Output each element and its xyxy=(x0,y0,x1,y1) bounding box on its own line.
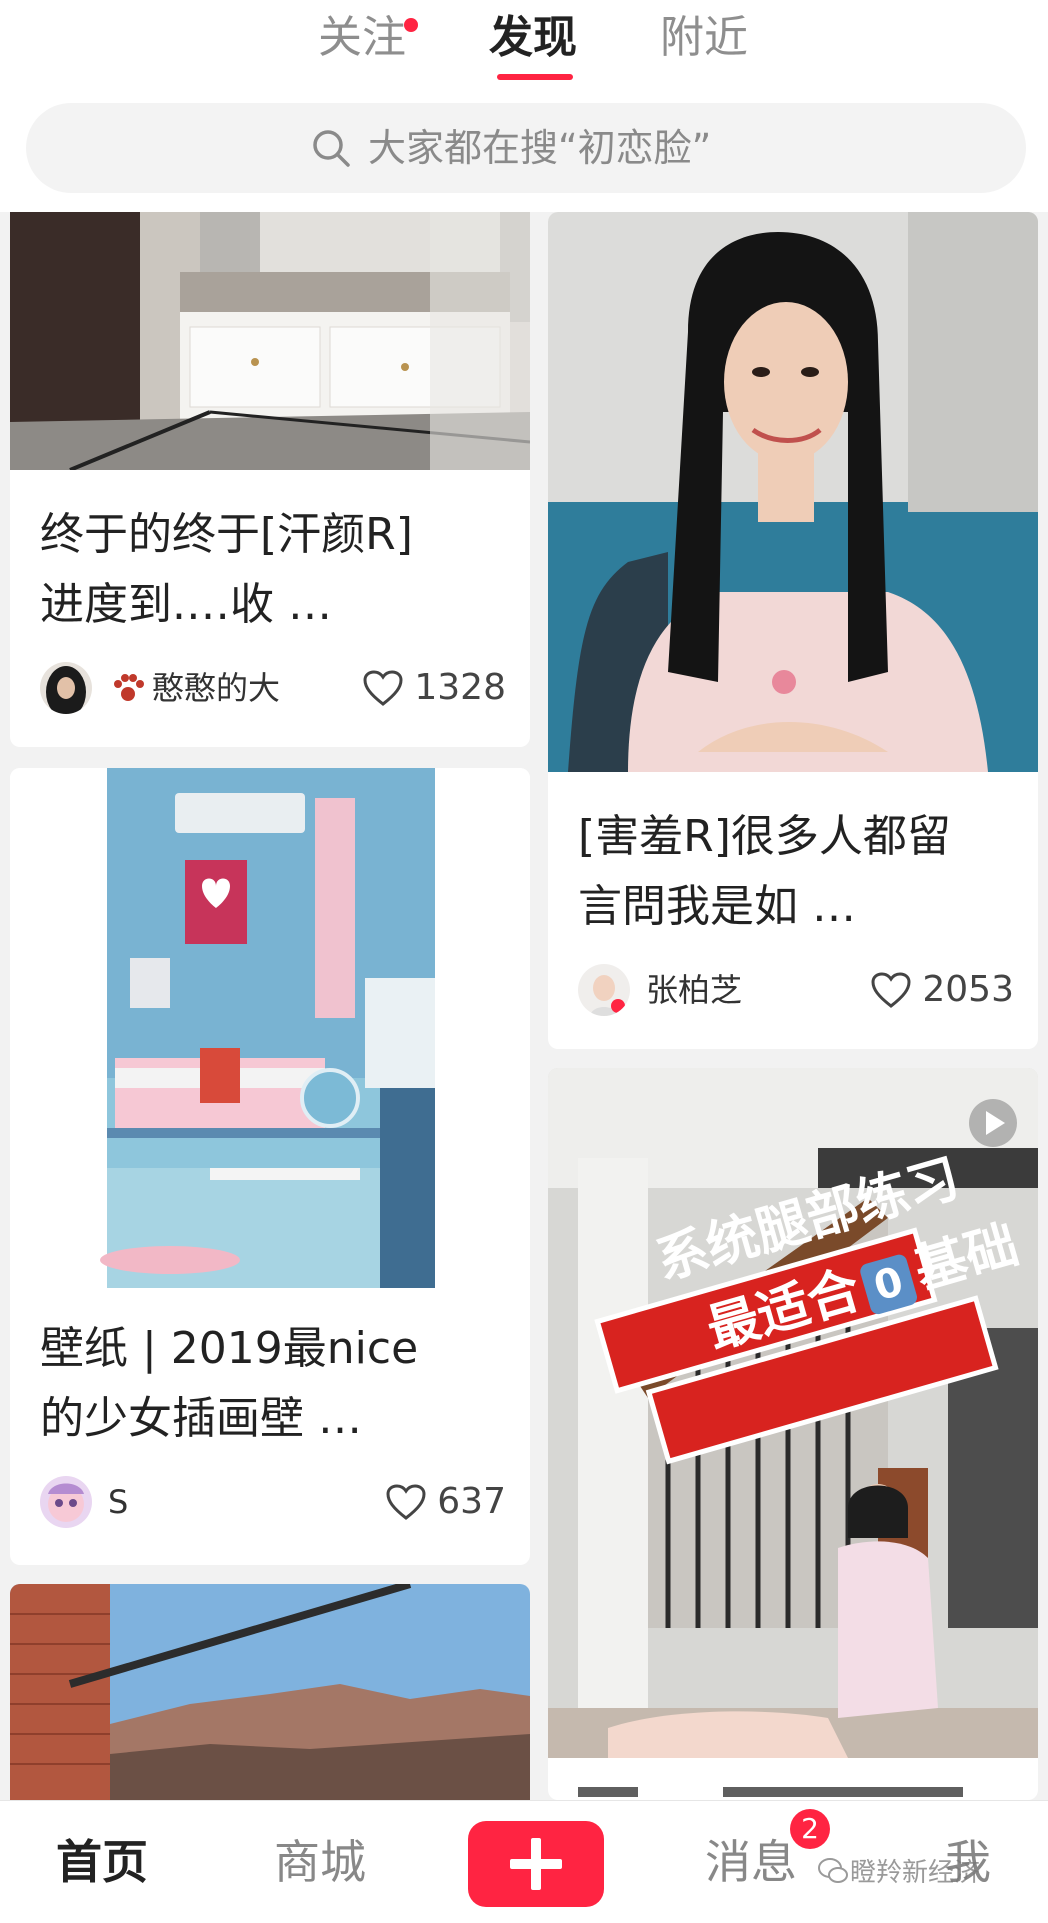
nav-mall[interactable]: 商城 xyxy=(274,1831,366,1893)
avatar[interactable] xyxy=(40,662,92,714)
card-image: 系统腿部练习 最适合0基础 xyxy=(548,1068,1038,1758)
author-name[interactable]: 憨憨的大 xyxy=(152,664,280,712)
author-name[interactable]: 张柏芝 xyxy=(646,966,742,1014)
author-name[interactable]: S xyxy=(108,1478,128,1526)
card-title-line: 壁纸 | 2019最nice xyxy=(40,1323,419,1374)
messages-badge: 2 xyxy=(790,1809,830,1849)
card-image xyxy=(10,212,530,470)
avatar[interactable] xyxy=(578,964,630,1016)
like-count: 637 xyxy=(437,1481,506,1522)
search-placeholder: 大家都在搜“初恋脸” xyxy=(368,126,712,170)
heart-icon xyxy=(386,1484,426,1520)
card-title-line: 言問我是如 … xyxy=(578,881,856,932)
heart-icon xyxy=(871,972,911,1008)
post-button[interactable] xyxy=(468,1821,604,1907)
tab-nearby-label: 附近 xyxy=(660,12,748,63)
search-bar[interactable]: 大家都在搜“初恋脸” xyxy=(26,103,1026,193)
card-title: 终于的终于[汗颜R] 进度到.…收 … xyxy=(40,500,506,640)
top-bar: 关注 发现 附近 大家都在搜“初恋脸” xyxy=(0,0,1048,212)
feed-card[interactable]: 系统腿部练习 最适合0基础 xyxy=(548,1068,1038,1800)
nav-home[interactable]: 首页 xyxy=(56,1831,148,1893)
tab-nearby[interactable]: 附近 xyxy=(660,8,748,68)
card-title-line: [害羞R]很多人都留 xyxy=(578,811,951,862)
card-title: 壁纸 | 2019最nice 的少女插画壁 … xyxy=(40,1314,506,1454)
search-icon xyxy=(313,130,350,167)
paw-icon xyxy=(114,674,144,701)
feed-card[interactable]: 终于的终于[汗颜R] 进度到.…收 … 憨憨的大 1328 xyxy=(10,212,530,747)
like-count: 2053 xyxy=(922,969,1014,1010)
card-title-peek xyxy=(578,1773,1008,1797)
card-meta: 憨憨的大 1328 xyxy=(40,658,506,718)
like-button[interactable]: 2053 xyxy=(870,966,1014,1014)
zero-badge: 0 xyxy=(858,1252,919,1316)
like-button[interactable]: 1328 xyxy=(362,664,506,712)
card-title-line: 进度到.…收 … xyxy=(40,579,332,630)
tab-discover[interactable]: 发现 xyxy=(489,8,577,68)
card-meta: 张柏芝 2053 xyxy=(578,960,1014,1020)
watermark-text: 瞪羚新经济 xyxy=(850,1858,981,1888)
feed-card[interactable]: [害羞R]很多人都留 言問我是如 … 张柏芝 2053 xyxy=(548,212,1038,1049)
active-tab-indicator xyxy=(497,74,573,80)
tab-discover-label: 发现 xyxy=(489,12,577,63)
card-image xyxy=(10,768,530,1288)
unread-dot xyxy=(404,18,418,32)
card-title-line: 终于的终于[汗颜R] xyxy=(40,509,413,560)
card-title-line: 的少女插画壁 … xyxy=(40,1393,362,1444)
like-count: 1328 xyxy=(414,667,506,708)
bottom-nav: 首页 商城 消息 2 我 瞪羚新经济 xyxy=(0,1800,1048,1923)
like-button[interactable]: 637 xyxy=(385,1478,506,1526)
heart-icon xyxy=(363,670,403,706)
card-meta: S 637 xyxy=(40,1472,506,1532)
feed-card[interactable] xyxy=(10,1584,530,1800)
nav-messages[interactable]: 消息 xyxy=(705,1831,797,1893)
feed-tabs: 关注 发现 附近 xyxy=(0,0,1048,90)
wechat-icon xyxy=(818,1858,848,1883)
feed-card[interactable]: 壁纸 | 2019最nice 的少女插画壁 … S 637 xyxy=(10,768,530,1565)
card-image xyxy=(10,1584,530,1800)
tab-follow[interactable]: 关注 xyxy=(318,8,418,68)
plus-icon-vertical xyxy=(531,1838,541,1890)
card-image xyxy=(548,212,1038,772)
card-title: [害羞R]很多人都留 言問我是如 … xyxy=(578,802,1014,942)
avatar[interactable] xyxy=(40,1476,92,1528)
tab-follow-label: 关注 xyxy=(318,12,406,63)
